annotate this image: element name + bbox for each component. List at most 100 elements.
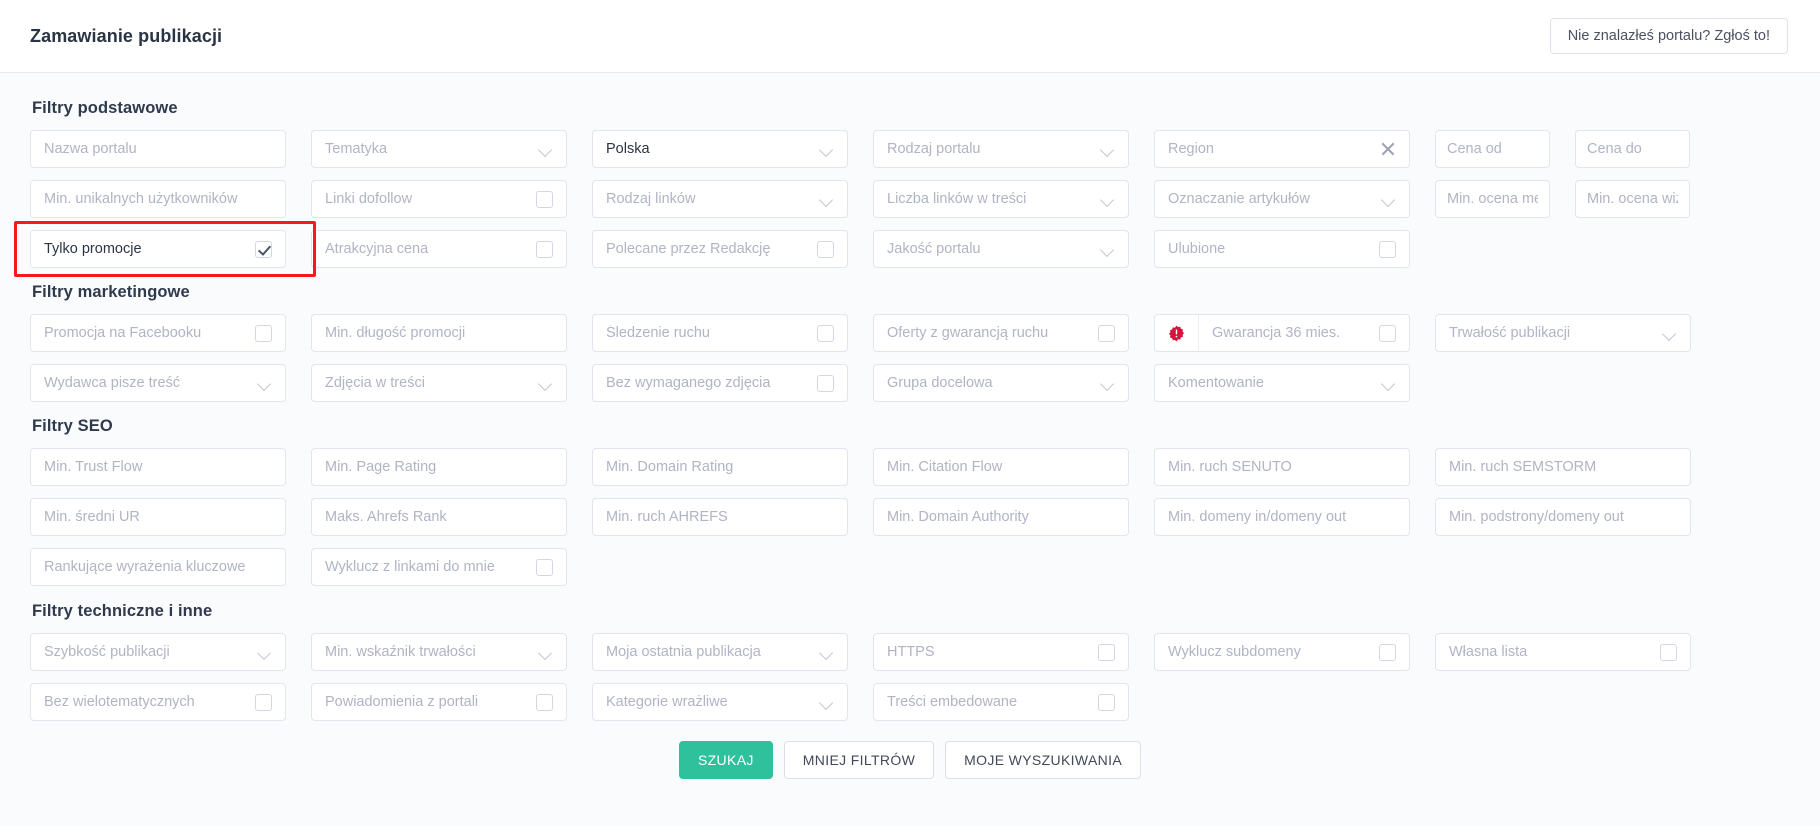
checkbox[interactable] (536, 693, 553, 711)
filter-input-min-ruch-senuto[interactable]: Min. ruch SENUTO (1154, 448, 1410, 486)
filter-label: Cena od (1447, 141, 1502, 157)
chevron-down-icon[interactable] (538, 142, 553, 157)
filter-input-wlasna-lista[interactable]: Własna lista (1435, 633, 1691, 671)
filter-input-nazwa-portalu[interactable]: Nazwa portalu (30, 130, 286, 168)
filter-input-bez-wielotematycznych[interactable]: Bez wielotematycznych (30, 683, 286, 721)
filter-input-min-page-rating[interactable]: Min. Page Rating (311, 448, 567, 486)
filter-input-sledzenie-ruchu[interactable]: Śledzenie ruchu (592, 314, 848, 352)
filter-input-min-domain-authority[interactable]: Min. Domain Authority (873, 498, 1129, 536)
filter-input-min-ocena-wizu[interactable]: Min. ocena wizu (1575, 180, 1690, 218)
filter-input-min-wskaznik-trwalosci[interactable]: Min. wskaźnik trwałości (311, 633, 567, 671)
chevron-down-icon[interactable] (819, 192, 834, 207)
chevron-down-icon[interactable] (1381, 192, 1396, 207)
filter-input-szybkosc-publikacji[interactable]: Szybkość publikacji (30, 633, 286, 671)
filter-input-kategorie-wrazliwe[interactable]: Kategorie wrażliwe (592, 683, 848, 721)
checkbox[interactable] (255, 324, 272, 342)
filter-input-min-domeny-in-domeny-out[interactable]: Min. domeny in/domeny out (1154, 498, 1410, 536)
filter-input-promocja-na-facebooku[interactable]: Promocja na Facebooku (30, 314, 286, 352)
filter-input-zdjecia-w-tresci[interactable]: Zdjęcia w treści (311, 364, 567, 402)
checkbox[interactable] (1098, 324, 1115, 342)
chevron-down-icon[interactable] (1662, 326, 1677, 341)
filter-cell-min-domain-authority: Min. Domain Authority (873, 498, 1129, 536)
filter-input-powiadomienia-z-portali[interactable]: Powiadomienia z portali (311, 683, 567, 721)
filter-input-polecane-przez-redakcje[interactable]: Polecane przez Redakcję (592, 230, 848, 268)
filter-input-min-unikalnych-uzytkownikow[interactable]: Min. unikalnych użytkowników (30, 180, 286, 218)
checkbox[interactable] (1098, 693, 1115, 711)
filter-input-wyklucz-subdomeny[interactable]: Wyklucz subdomeny (1154, 633, 1410, 671)
filter-label: Komentowanie (1168, 375, 1264, 391)
filter-input-trwalosc-publikacji[interactable]: Trwałość publikacji (1435, 314, 1691, 352)
filter-cell-min-unikalnych-uzytkownikow: Min. unikalnych użytkowników (30, 180, 286, 218)
filter-input-cena-od[interactable]: Cena od (1435, 130, 1550, 168)
filter-input-oznaczanie-artykulow[interactable]: Oznaczanie artykułów (1154, 180, 1410, 218)
filter-input-jakosc-portalu[interactable]: Jakość portalu (873, 230, 1129, 268)
filter-input-min-sredni-ur[interactable]: Min. średni UR (30, 498, 286, 536)
filter-input-maks-ahrefs-rank[interactable]: Maks. Ahrefs Rank (311, 498, 567, 536)
filter-input-https[interactable]: HTTPS (873, 633, 1129, 671)
checkbox[interactable] (536, 190, 553, 208)
filter-input-oferty-z-gwarancja-ruchu[interactable]: Oferty z gwarancją ruchu (873, 314, 1129, 352)
filter-label: Bez wymaganego zdjęcia (606, 375, 771, 391)
checkbox[interactable] (255, 240, 272, 258)
chevron-down-icon[interactable] (257, 645, 272, 660)
filter-input-cena-do[interactable]: Cena do (1575, 130, 1690, 168)
chevron-down-icon[interactable] (1100, 192, 1115, 207)
filter-input-grupa-docelowa[interactable]: Grupa docelowa (873, 364, 1129, 402)
filter-input-min-citation-flow[interactable]: Min. Citation Flow (873, 448, 1129, 486)
filter-input-rodzaj-linkow[interactable]: Rodzaj linków (592, 180, 848, 218)
chevron-down-icon[interactable] (1381, 376, 1396, 391)
chevron-down-icon[interactable] (1100, 376, 1115, 391)
filter-label: Kategorie wrażliwe (606, 694, 728, 710)
filter-input-wyklucz-z-linkami-do-mnie[interactable]: Wyklucz z linkami do mnie (311, 548, 567, 586)
chevron-down-icon[interactable] (819, 645, 834, 660)
checkbox[interactable] (1660, 643, 1677, 661)
checkbox[interactable] (1098, 643, 1115, 661)
report-missing-portal-button[interactable]: Nie znalazłeś portalu? Zgłoś to! (1549, 17, 1788, 55)
checkbox[interactable] (1379, 240, 1396, 258)
checkbox[interactable] (536, 558, 553, 576)
checkbox[interactable] (1379, 643, 1396, 661)
filter-input-wydawca-pisze-tresc[interactable]: Wydawca pisze treść (30, 364, 286, 402)
filter-input-komentowanie[interactable]: Komentowanie (1154, 364, 1410, 402)
filter-input-polska[interactable]: Polska (592, 130, 848, 168)
filter-input-tresci-embedowane[interactable]: Treści embedowane (873, 683, 1129, 721)
filter-input-tylko-promocje[interactable]: Tylko promocje (30, 230, 286, 268)
search-button[interactable]: SZUKAJ (678, 741, 773, 779)
filter-input-linki-dofollow[interactable]: Linki dofollow (311, 180, 567, 218)
close-icon[interactable] (1380, 141, 1396, 157)
filter-input-min-ruch-ahrefs[interactable]: Min. ruch AHREFS (592, 498, 848, 536)
filter-input-min-podstrony-domeny-out[interactable]: Min. podstrony/domeny out (1435, 498, 1691, 536)
my-searches-button[interactable]: MOJE WYSZUKIWANIA (945, 741, 1142, 779)
chevron-down-icon[interactable] (819, 142, 834, 157)
filter-input-min-ocena-mer[interactable]: Min. ocena mer (1435, 180, 1550, 218)
filter-input-region[interactable]: Region (1154, 130, 1410, 168)
filter-input-moja-ostatnia-publikacja[interactable]: Moja ostatnia publikacja (592, 633, 848, 671)
filter-input-liczba-linkow-w-tresci[interactable]: Liczba linków w treści (873, 180, 1129, 218)
chevron-down-icon[interactable] (1100, 142, 1115, 157)
filter-input-min-trust-flow[interactable]: Min. Trust Flow (30, 448, 286, 486)
less-filters-button[interactable]: MNIEJ FILTRÓW (783, 741, 935, 779)
filter-input-min-ruch-semstorm[interactable]: Min. ruch SEMSTORM (1435, 448, 1691, 486)
chevron-down-icon[interactable] (819, 695, 834, 710)
filter-input-ulubione[interactable]: Ulubione (1154, 230, 1410, 268)
filter-label: Min. Trust Flow (44, 459, 143, 475)
filter-input-min-dlugosc-promocji[interactable]: Min. długość promocji (311, 314, 567, 352)
chevron-down-icon[interactable] (1100, 242, 1115, 257)
checkbox[interactable] (817, 240, 834, 258)
chevron-down-icon[interactable] (257, 376, 272, 391)
filter-input-rankujace-wyrazenia-kluczowe[interactable]: Rankujące wyrażenia kluczowe (30, 548, 286, 586)
filter-input-gwarancja-36-mies[interactable]: Gwarancja 36 mies. (1154, 314, 1410, 352)
checkbox[interactable] (255, 693, 272, 711)
filter-cell-powiadomienia-z-portali: Powiadomienia z portali (311, 683, 567, 721)
filter-input-bez-wymaganego-zdjecia[interactable]: Bez wymaganego zdjęcia (592, 364, 848, 402)
chevron-down-icon[interactable] (538, 645, 553, 660)
checkbox[interactable] (817, 324, 834, 342)
checkbox[interactable] (1379, 324, 1396, 342)
filter-input-tematyka[interactable]: Tematyka (311, 130, 567, 168)
filter-input-rodzaj-portalu[interactable]: Rodzaj portalu (873, 130, 1129, 168)
chevron-down-icon[interactable] (538, 376, 553, 391)
checkbox[interactable] (817, 374, 834, 392)
filter-input-min-domain-rating[interactable]: Min. Domain Rating (592, 448, 848, 486)
filter-input-atrakcyjna-cena[interactable]: Atrakcyjna cena (311, 230, 567, 268)
checkbox[interactable] (536, 240, 553, 258)
